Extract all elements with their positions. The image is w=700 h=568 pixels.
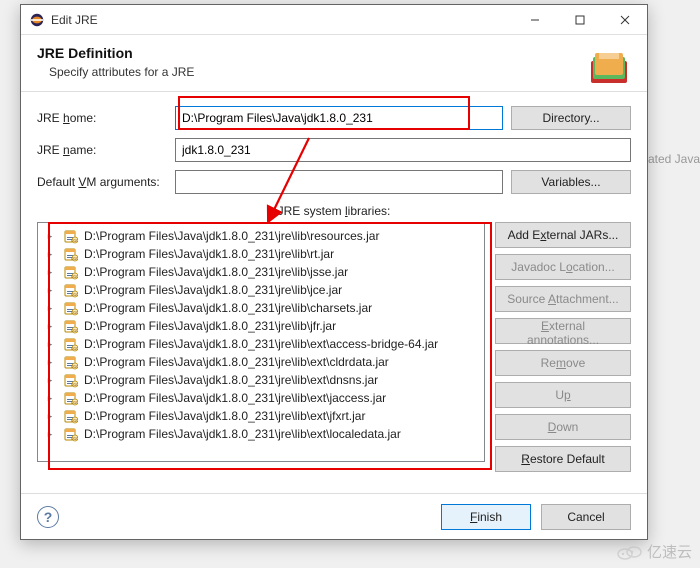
- background-text: ated Java: [648, 152, 700, 166]
- javadoc-location-button[interactable]: Javadoc Location...: [495, 254, 631, 280]
- help-icon[interactable]: ?: [37, 506, 59, 528]
- source-attachment-button[interactable]: Source Attachment...: [495, 286, 631, 312]
- library-item[interactable]: ▸ 010 D:\Program Files\Java\jdk1.8.0_231\j…: [40, 227, 482, 245]
- expand-icon[interactable]: ▸: [44, 267, 56, 278]
- library-item[interactable]: ▸ 010 D:\Program Files\Java\jdk1.8.0_231\j…: [40, 299, 482, 317]
- library-path: D:\Program Files\Java\jdk1.8.0_231\jre\l…: [84, 319, 336, 333]
- library-path: D:\Program Files\Java\jdk1.8.0_231\jre\l…: [84, 265, 348, 279]
- default-vm-input[interactable]: [175, 170, 503, 194]
- jre-name-label: JRE name:: [37, 143, 167, 157]
- library-path: D:\Program Files\Java\jdk1.8.0_231\jre\l…: [84, 427, 401, 441]
- expand-icon[interactable]: ▸: [44, 303, 56, 314]
- library-item[interactable]: ▸ 010 D:\Program Files\Java\jdk1.8.0_231\j…: [40, 245, 482, 263]
- svg-text:010: 010: [71, 292, 78, 297]
- maximize-button[interactable]: [557, 5, 602, 34]
- library-item[interactable]: ▸ 010 D:\Program Files\Java\jdk1.8.0_231\j…: [40, 371, 482, 389]
- expand-icon[interactable]: ▸: [44, 411, 56, 422]
- svg-text:010: 010: [71, 256, 78, 261]
- svg-text:010: 010: [71, 400, 78, 405]
- library-item[interactable]: ▸ 010 D:\Program Files\Java\jdk1.8.0_231\j…: [40, 389, 482, 407]
- finish-button[interactable]: Finish: [441, 504, 531, 530]
- external-annotations-button[interactable]: External annotations...: [495, 318, 631, 344]
- svg-text:010: 010: [71, 328, 78, 333]
- down-button[interactable]: Down: [495, 414, 631, 440]
- header-title: JRE Definition: [37, 45, 631, 61]
- remove-button[interactable]: Remove: [495, 350, 631, 376]
- library-path: D:\Program Files\Java\jdk1.8.0_231\jre\l…: [84, 355, 389, 369]
- svg-text:010: 010: [71, 382, 78, 387]
- libraries-list[interactable]: ▸ 010 D:\Program Files\Java\jdk1.8.0_231\j…: [37, 222, 485, 462]
- expand-icon[interactable]: ▸: [44, 339, 56, 350]
- add-external-jars-button[interactable]: Add External JARs...: [495, 222, 631, 248]
- expand-icon[interactable]: ▸: [44, 357, 56, 368]
- library-item[interactable]: ▸ 010 D:\Program Files\Java\jdk1.8.0_231\j…: [40, 263, 482, 281]
- variables-button[interactable]: Variables...: [511, 170, 631, 194]
- svg-text:010: 010: [71, 364, 78, 369]
- cancel-button[interactable]: Cancel: [541, 504, 631, 530]
- jre-home-input[interactable]: [175, 106, 503, 130]
- library-path: D:\Program Files\Java\jdk1.8.0_231\jre\l…: [84, 283, 342, 297]
- expand-icon[interactable]: ▸: [44, 393, 56, 404]
- dialog-footer: ? Finish Cancel: [21, 493, 647, 539]
- jre-name-input[interactable]: [175, 138, 631, 162]
- library-item[interactable]: ▸ 010 D:\Program Files\Java\jdk1.8.0_231\j…: [40, 353, 482, 371]
- edit-jre-dialog: Edit JRE JRE Definition Specify attribut…: [20, 4, 648, 540]
- library-path: D:\Program Files\Java\jdk1.8.0_231\jre\l…: [84, 373, 378, 387]
- svg-text:010: 010: [71, 346, 78, 351]
- minimize-button[interactable]: [512, 5, 557, 34]
- expand-icon[interactable]: ▸: [44, 375, 56, 386]
- library-item[interactable]: ▸ 010 D:\Program Files\Java\jdk1.8.0_231\j…: [40, 335, 482, 353]
- dialog-header: JRE Definition Specify attributes for a …: [21, 35, 647, 92]
- library-path: D:\Program Files\Java\jdk1.8.0_231\jre\l…: [84, 409, 365, 423]
- svg-text:010: 010: [71, 418, 78, 423]
- library-path: D:\Program Files\Java\jdk1.8.0_231\jre\l…: [84, 337, 438, 351]
- restore-default-button[interactable]: Restore Default: [495, 446, 631, 472]
- svg-text:010: 010: [71, 274, 78, 279]
- library-path: D:\Program Files\Java\jdk1.8.0_231\jre\l…: [84, 391, 386, 405]
- library-path: D:\Program Files\Java\jdk1.8.0_231\jre\l…: [84, 301, 372, 315]
- expand-icon[interactable]: ▸: [44, 231, 56, 242]
- expand-icon[interactable]: ▸: [44, 429, 56, 440]
- expand-icon[interactable]: ▸: [44, 321, 56, 332]
- watermark: 亿速云: [617, 541, 692, 562]
- library-path: D:\Program Files\Java\jdk1.8.0_231\jre\l…: [84, 229, 379, 243]
- books-icon: [583, 49, 633, 94]
- svg-text:010: 010: [71, 310, 78, 315]
- up-button[interactable]: Up: [495, 382, 631, 408]
- jre-home-label: JRE home:: [37, 111, 167, 125]
- close-button[interactable]: [602, 5, 647, 34]
- svg-text:010: 010: [71, 436, 78, 441]
- expand-icon[interactable]: ▸: [44, 285, 56, 296]
- svg-text:010: 010: [71, 238, 78, 243]
- directory-button[interactable]: Directory...: [511, 106, 631, 130]
- library-path: D:\Program Files\Java\jdk1.8.0_231\jre\l…: [84, 247, 334, 261]
- default-vm-label: Default VM arguments:: [37, 175, 167, 189]
- library-item[interactable]: ▸ 010 D:\Program Files\Java\jdk1.8.0_231\j…: [40, 425, 482, 443]
- library-item[interactable]: ▸ 010 D:\Program Files\Java\jdk1.8.0_231\j…: [40, 407, 482, 425]
- expand-icon[interactable]: ▸: [44, 249, 56, 260]
- content-area: JRE home: Directory... JRE name: Default…: [21, 92, 647, 493]
- libraries-label: JRE system libraries:: [278, 204, 391, 218]
- library-item[interactable]: ▸ 010 D:\Program Files\Java\jdk1.8.0_231\j…: [40, 317, 482, 335]
- window-title: Edit JRE: [51, 13, 512, 27]
- titlebar: Edit JRE: [21, 5, 647, 35]
- eclipse-icon: [29, 12, 45, 28]
- library-item[interactable]: ▸ 010 D:\Program Files\Java\jdk1.8.0_231\j…: [40, 281, 482, 299]
- header-subtitle: Specify attributes for a JRE: [37, 65, 631, 79]
